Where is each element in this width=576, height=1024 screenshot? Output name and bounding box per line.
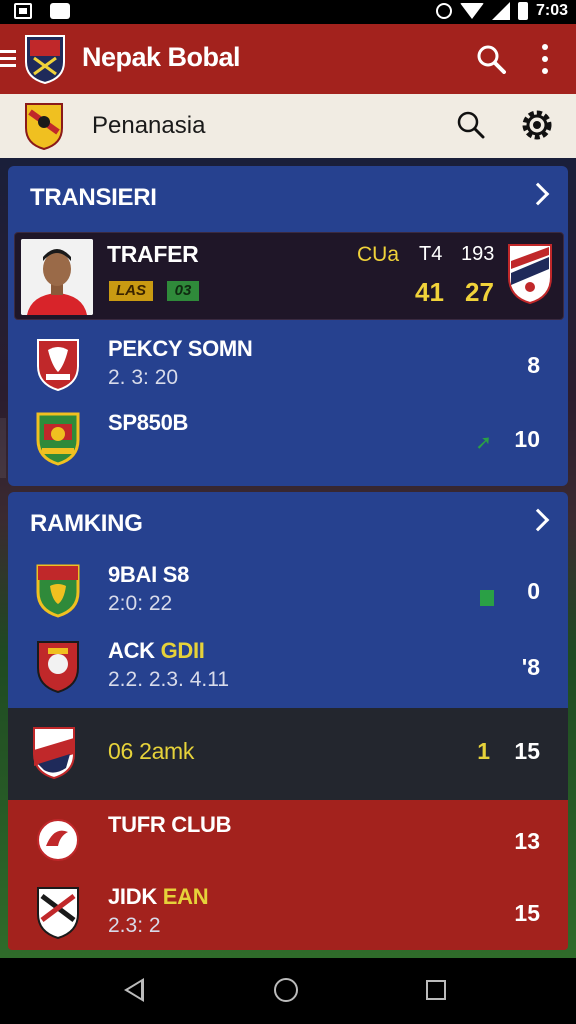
club-name: ACK GDII	[108, 638, 205, 663]
club-name: SP850B	[108, 410, 189, 435]
club-meta: 2:0: 22	[108, 592, 173, 615]
alarm-icon	[435, 3, 452, 19]
club-crest-icon	[36, 564, 80, 618]
player-name: TRAFER	[107, 241, 199, 267]
club-crest-icon	[37, 819, 79, 861]
player-photo	[21, 239, 93, 315]
transfer-card: TRANSIERI TRAFER LAS 03 CUa T4 193 41 27	[8, 166, 568, 486]
club-name: 9BAI S8	[108, 562, 190, 587]
club-meta: 2.2. 2.3. 4.11	[108, 668, 230, 691]
club-meta: 2.3: 2	[108, 914, 161, 937]
tag-badge: LAS	[109, 281, 153, 301]
club-name: JIDK EAN	[108, 884, 209, 909]
battery-icon	[517, 2, 528, 20]
stat-header: T4	[419, 243, 443, 265]
club-crest-icon	[508, 244, 552, 305]
highlighted-list-item[interactable]: 06 2amk 1 15	[8, 708, 568, 800]
row-value: 10	[514, 426, 540, 452]
home-icon[interactable]	[274, 978, 298, 1002]
search-icon[interactable]	[476, 44, 506, 74]
chevron-right-icon	[526, 508, 550, 532]
list-item[interactable]: 9BAI S8 2:0: 22 0	[8, 554, 568, 628]
ranking-card-header[interactable]: RAMKING	[8, 492, 568, 556]
row-value: 0	[527, 578, 540, 604]
club-crest-icon	[37, 339, 79, 392]
transfer-card-header[interactable]: TRANSIERI	[8, 166, 568, 230]
row-value: 13	[514, 828, 540, 854]
list-item[interactable]: JIDK EAN 2.3: 2 15	[8, 876, 568, 950]
app-title: Nepak Bobal	[82, 42, 241, 72]
stat-label: CUa	[357, 243, 400, 266]
system-nav-bar	[0, 958, 576, 1024]
club-crest-icon	[36, 412, 80, 466]
more-vert-icon[interactable]	[540, 44, 550, 74]
featured-transfer-row[interactable]: TRAFER LAS 03 CUa T4 193 41 27	[14, 232, 564, 320]
tag-badge: 03	[167, 281, 199, 301]
club-crest-logo	[25, 35, 65, 84]
club-meta: 2. 3: 20	[108, 366, 179, 389]
wifi-icon	[459, 3, 484, 19]
ranking-card: RAMKING 9BAI S8 2:0: 22 0 ACK GDII 2.2. …	[8, 492, 568, 708]
app-notification-icon	[50, 3, 70, 19]
club-name: TUFR CLUB	[108, 812, 232, 837]
club-crest-icon	[33, 727, 75, 780]
chevron-right-icon	[526, 182, 550, 206]
status-indicator-icon	[480, 590, 494, 606]
list-item[interactable]: SP850B ➚ 10	[8, 402, 568, 476]
club-name: 06 2amk	[108, 738, 195, 764]
list-item[interactable]: ACK GDII 2.2. 2.3. 4.11 '8	[8, 630, 568, 704]
row-value: 8	[527, 352, 540, 378]
row-value: '8	[521, 654, 540, 680]
section-title: Penanasia	[92, 112, 206, 139]
app-bar: Nepak Bobal	[0, 24, 576, 94]
club-name: PEKCY SOMN	[108, 336, 253, 361]
list-item[interactable]: PEKCY SOMN 2. 3: 20 8	[8, 328, 568, 402]
signal-icon	[491, 2, 510, 20]
image-notification-icon	[14, 3, 32, 19]
stat-header: 193	[461, 243, 495, 265]
card-title: TRANSIERI	[30, 184, 157, 211]
trend-up-icon: ➚	[475, 432, 492, 454]
status-bar: 7:03	[0, 0, 576, 24]
league-crest-icon	[25, 103, 63, 150]
gear-icon[interactable]	[520, 108, 554, 142]
row-rank: 1	[477, 738, 490, 764]
search-icon[interactable]	[456, 110, 486, 140]
club-crest-icon	[37, 641, 79, 694]
red-card: TUFR CLUB 13 JIDK EAN 2.3: 2 15	[8, 800, 568, 950]
recent-apps-icon[interactable]	[426, 980, 446, 1000]
back-icon[interactable]	[124, 978, 144, 1002]
card-title: RAMKING	[30, 510, 143, 537]
club-crest-icon	[37, 887, 79, 940]
row-value: 15	[514, 900, 540, 926]
sub-header: Penanasia	[0, 94, 576, 158]
row-value: 15	[514, 738, 540, 764]
status-time: 7:03	[535, 2, 568, 19]
list-item[interactable]: TUFR CLUB 13	[8, 804, 568, 878]
stat-value: 27	[465, 277, 494, 307]
menu-icon[interactable]	[0, 50, 16, 68]
stat-value: 41	[415, 277, 444, 307]
